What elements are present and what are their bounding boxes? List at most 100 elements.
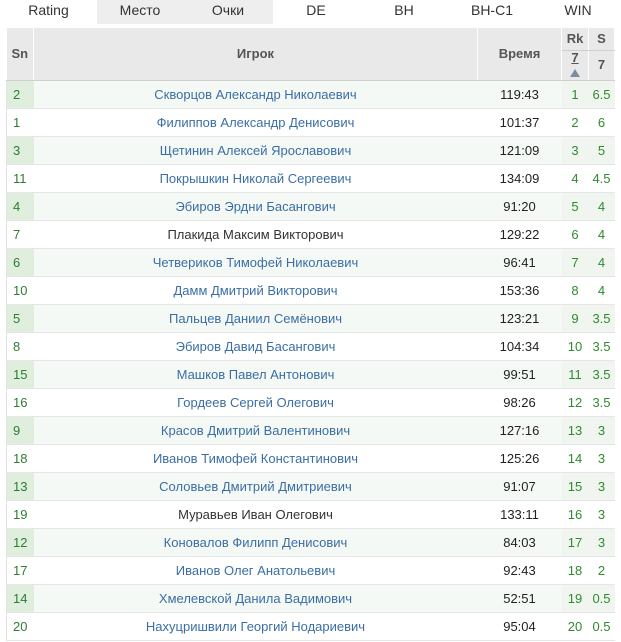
tab-bh-c1[interactable]: BH-C1 <box>449 0 535 24</box>
table-row: 14 Хмелевской Данила Вадимович 52:51 19 0.5 <box>6 584 615 613</box>
cell-sn: 5 <box>6 304 34 333</box>
cell-score: 6.5 <box>588 80 615 109</box>
table-row: 12 Коновалов Филипп Денисович 84:03 17 3 <box>6 528 615 557</box>
cell-time: 84:03 <box>477 528 562 557</box>
header-s-label: S <box>597 31 606 47</box>
header-s-sort[interactable]: 7 <box>588 50 615 81</box>
cell-time: 119:43 <box>477 80 562 109</box>
tab-place[interactable]: Место <box>97 0 183 24</box>
cell-sn: 4 <box>6 192 34 221</box>
cell-player[interactable]: Красов Дмитрий Валентинович <box>33 416 478 445</box>
cell-time: 91:07 <box>477 472 562 501</box>
cell-time: 104:34 <box>477 332 562 361</box>
cell-rank: 18 <box>561 556 589 585</box>
cell-score: 4 <box>588 192 615 221</box>
cell-player: Плакида Максим Викторович <box>33 220 478 249</box>
cell-score: 4.5 <box>588 164 615 193</box>
cell-player[interactable]: Пальцев Даниил Семёнович <box>33 304 478 333</box>
cell-player[interactable]: Дамм Дмитрий Викторович <box>33 276 478 305</box>
cell-sn: 20 <box>6 612 34 641</box>
tab-win[interactable]: WIN <box>535 0 621 24</box>
table-row: 2 Скворцов Александр Николаевич 119:43 1 6.5 <box>6 80 615 109</box>
cell-time: 121:09 <box>477 136 562 165</box>
cell-rank: 7 <box>561 248 589 277</box>
cell-rank: 16 <box>561 500 589 529</box>
cell-sn: 13 <box>6 472 34 501</box>
tab-bh[interactable]: BH <box>359 0 449 24</box>
cell-rank: 10 <box>561 332 589 361</box>
header-rk-sort[interactable]: 7 <box>561 50 589 81</box>
cell-player[interactable]: Щетинин Алексей Ярославович <box>33 136 478 165</box>
header-sn[interactable]: Sn <box>6 28 34 81</box>
cell-rank: 6 <box>561 220 589 249</box>
table-row: 19 Муравьев Иван Олегович 133:11 16 3 <box>6 500 615 529</box>
cell-player[interactable]: Эбиров Давид Басангович <box>33 332 478 361</box>
cell-player[interactable]: Соловьев Дмитрий Дмитриевич <box>33 472 478 501</box>
cell-rank: 4 <box>561 164 589 193</box>
cell-rank: 15 <box>561 472 589 501</box>
tab-points[interactable]: Очки <box>183 0 273 24</box>
header-player[interactable]: Игрок <box>33 28 478 81</box>
cell-time: 129:22 <box>477 220 562 249</box>
cell-score: 4 <box>588 248 615 277</box>
cell-rank: 12 <box>561 388 589 417</box>
cell-score: 5 <box>588 136 615 165</box>
cell-rank: 2 <box>561 108 589 137</box>
table-row: 11 Покрышкин Николай Сергеевич 134:09 4 4.5 <box>6 164 615 193</box>
cell-player[interactable]: Коновалов Филипп Денисович <box>33 528 478 557</box>
cell-player[interactable]: Филиппов Александр Денисович <box>33 108 478 137</box>
cell-sn: 17 <box>6 556 34 585</box>
cell-score: 3 <box>588 500 615 529</box>
table-row: 18 Иванов Тимофей Константинович 125:26 14 3 <box>6 444 615 473</box>
cell-time: 95:04 <box>477 612 562 641</box>
cell-player[interactable]: Хмелевской Данила Вадимович <box>33 584 478 613</box>
cell-score: 3 <box>588 444 615 473</box>
cell-rank: 19 <box>561 584 589 613</box>
cell-player[interactable]: Эбиров Эрдни Басангович <box>33 192 478 221</box>
cell-player[interactable]: Иванов Олег Анатольевич <box>33 556 478 585</box>
table-row: 4 Эбиров Эрдни Басангович 91:20 5 4 <box>6 192 615 221</box>
cell-time: 92:43 <box>477 556 562 585</box>
table-row: 3 Щетинин Алексей Ярославович 121:09 3 5 <box>6 136 615 165</box>
cell-sn: 14 <box>6 584 34 613</box>
cell-score: 3.5 <box>588 304 615 333</box>
cell-player[interactable]: Скворцов Александр Николаевич <box>33 80 478 109</box>
cell-time: 101:37 <box>477 108 562 137</box>
cell-player: Муравьев Иван Олегович <box>33 500 478 529</box>
cell-sn: 7 <box>6 220 34 249</box>
cell-rank: 13 <box>561 416 589 445</box>
header-s-sub: 7 <box>597 57 606 72</box>
header-time[interactable]: Время <box>477 28 562 81</box>
table-row: 1 Филиппов Александр Денисович 101:37 2 6 <box>6 108 615 137</box>
cell-rank: 8 <box>561 276 589 305</box>
table-row: 9 Красов Дмитрий Валентинович 127:16 13 3 <box>6 416 615 445</box>
cell-time: 98:26 <box>477 388 562 417</box>
header-s[interactable]: S <box>588 28 615 51</box>
cell-score: 3 <box>588 472 615 501</box>
table-row: 17 Иванов Олег Анатольевич 92:43 18 2 <box>6 556 615 585</box>
table-row: 6 Четвериков Тимофей Николаевич 96:41 7 4 <box>6 248 615 277</box>
cell-rank: 20 <box>561 612 589 641</box>
cell-rank: 5 <box>561 192 589 221</box>
table-row: 13 Соловьев Дмитрий Дмитриевич 91:07 15 3 <box>6 472 615 501</box>
tab-rating[interactable]: Rating <box>0 0 97 24</box>
cell-time: 133:11 <box>477 500 562 529</box>
cell-player[interactable]: Иванов Тимофей Константинович <box>33 444 478 473</box>
tab-de[interactable]: DE <box>273 0 359 24</box>
cell-player[interactable]: Покрышкин Николай Сергеевич <box>33 164 478 193</box>
sort-ascending-icon <box>570 68 580 77</box>
table-row: 5 Пальцев Даниил Семёнович 123:21 9 3.5 <box>6 304 615 333</box>
cell-player[interactable]: Гордеев Сергей Олегович <box>33 388 478 417</box>
header-rk[interactable]: Rk <box>561 28 589 51</box>
cell-player[interactable]: Машков Павел Антонович <box>33 360 478 389</box>
table-row: 7 Плакида Максим Викторович 129:22 6 4 <box>6 220 615 249</box>
cell-time: 99:51 <box>477 360 562 389</box>
cell-score: 3.5 <box>588 388 615 417</box>
cell-time: 52:51 <box>477 584 562 613</box>
cell-player[interactable]: Четвериков Тимофей Николаевич <box>33 248 478 277</box>
cell-score: 3.5 <box>588 332 615 361</box>
cell-player[interactable]: Нахуцришвили Георгий Нодариевич <box>33 612 478 641</box>
cell-sn: 1 <box>6 108 34 137</box>
cell-rank: 3 <box>561 136 589 165</box>
cell-sn: 15 <box>6 360 34 389</box>
